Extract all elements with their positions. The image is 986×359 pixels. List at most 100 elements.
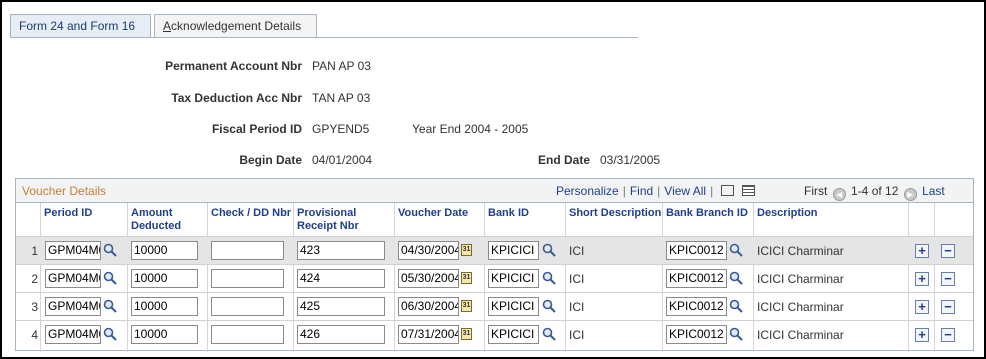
- find-link[interactable]: Find: [630, 184, 653, 198]
- col-period-id[interactable]: Period ID: [40, 203, 126, 240]
- calendar-icon[interactable]: 31: [461, 244, 472, 256]
- tab-acknowledgement-details[interactable]: Acknowledgement Details: [154, 14, 317, 38]
- col-bank-id[interactable]: Bank ID: [484, 203, 565, 240]
- delete-row-button[interactable]: −: [941, 244, 955, 258]
- col-amount-deducted[interactable]: Amount Deducted: [127, 203, 207, 240]
- check-dd-nbr-input[interactable]: [211, 269, 284, 288]
- row-number: 4: [31, 328, 38, 342]
- magnifier-icon[interactable]: [729, 271, 743, 285]
- calendar-icon[interactable]: 31: [461, 328, 472, 340]
- bank-id-input[interactable]: KPICICI: [488, 241, 539, 260]
- table-row: 3 GPM04M0 10000 425 06/30/2004 31 KPICIC…: [16, 292, 973, 320]
- check-dd-nbr-input[interactable]: [211, 241, 284, 260]
- amount-deducted-input[interactable]: 10000: [131, 325, 198, 344]
- row-number: 3: [31, 300, 38, 314]
- tab-label: cknowledgement Details: [171, 19, 302, 33]
- calendar-icon[interactable]: 31: [461, 300, 472, 312]
- provisional-receipt-input[interactable]: 426: [297, 325, 385, 344]
- description: ICICI Charminar: [757, 244, 844, 258]
- fiscal-period-label: Fiscal Period ID: [211, 122, 302, 136]
- bank-branch-input[interactable]: KPIC0012: [666, 297, 727, 316]
- tab-label: Form 24 and Form 16: [19, 19, 136, 33]
- check-dd-nbr-input[interactable]: [211, 325, 284, 344]
- tab-form24-form16[interactable]: Form 24 and Form 16: [10, 14, 151, 38]
- bank-branch-input[interactable]: KPIC0012: [666, 269, 727, 288]
- magnifier-icon[interactable]: [103, 271, 117, 285]
- grid-navigation-bar: Voucher Details Personalize | Find | View Al…: [16, 179, 973, 203]
- check-dd-nbr-input[interactable]: [211, 297, 284, 316]
- tab-label-accesskey: A: [163, 19, 172, 33]
- period-id-input[interactable]: GPM04M0: [45, 325, 101, 344]
- bank-branch-input[interactable]: KPIC0012: [666, 325, 727, 344]
- end-date-label: End Date: [537, 153, 590, 167]
- provisional-receipt-input[interactable]: 424: [297, 269, 385, 288]
- pan-label: Permanent Account Nbr: [165, 59, 302, 73]
- add-row-button[interactable]: +: [915, 300, 929, 314]
- row-number: 2: [31, 272, 38, 286]
- magnifier-icon[interactable]: [542, 271, 556, 285]
- col-short-description[interactable]: Short Description: [565, 203, 662, 240]
- col-check-dd-nbr[interactable]: Check / DD Nbr: [207, 203, 293, 240]
- voucher-date-input[interactable]: 06/30/2004: [398, 297, 459, 316]
- tab-divider: [10, 37, 638, 38]
- amount-deducted-input[interactable]: 10000: [131, 297, 198, 316]
- voucher-date-input[interactable]: 07/31/2004: [398, 325, 459, 344]
- description: ICICI Charminar: [757, 272, 844, 286]
- period-id-input[interactable]: GPM04M0: [45, 297, 101, 316]
- add-row-button[interactable]: +: [915, 244, 929, 258]
- previous-icon[interactable]: ◀: [832, 188, 846, 201]
- period-id-input[interactable]: GPM04M0: [45, 269, 101, 288]
- fiscal-period-description: Year End 2004 - 2005: [412, 122, 529, 136]
- amount-deducted-input[interactable]: 10000: [131, 241, 198, 260]
- magnifier-icon[interactable]: [729, 243, 743, 257]
- view-all-link[interactable]: View All: [664, 184, 706, 198]
- last-link[interactable]: Last: [922, 184, 945, 198]
- magnifier-icon[interactable]: [729, 327, 743, 341]
- voucher-date-input[interactable]: 04/30/2004: [398, 241, 459, 260]
- col-provisional-receipt-nbr[interactable]: Provisional Receipt Nbr: [293, 203, 394, 240]
- magnifier-icon[interactable]: [542, 243, 556, 257]
- description: ICICI Charminar: [757, 300, 844, 314]
- table-row: 1 GPM04M0 10000 423 04/30/2004 31 KPICIC…: [16, 236, 973, 264]
- delete-row-button[interactable]: −: [941, 328, 955, 342]
- table-row: 2 GPM04M0 10000 424 05/30/2004 31 KPICIC…: [16, 264, 973, 292]
- end-date-value: 03/31/2005: [600, 153, 661, 167]
- magnifier-icon[interactable]: [103, 243, 117, 257]
- delete-row-button[interactable]: −: [941, 272, 955, 286]
- col-voucher-date[interactable]: Voucher Date: [394, 203, 483, 240]
- row-range: 1-4 of 12: [851, 184, 899, 198]
- bank-id-input[interactable]: KPICICI: [488, 297, 539, 316]
- delete-row-button[interactable]: −: [941, 300, 955, 314]
- separator: |: [622, 184, 626, 198]
- magnifier-icon[interactable]: [103, 299, 117, 313]
- bank-id-input[interactable]: KPICICI: [488, 269, 539, 288]
- tan-label: Tax Deduction Acc Nbr: [171, 91, 302, 105]
- calendar-icon[interactable]: 31: [461, 272, 472, 284]
- bank-branch-input[interactable]: KPIC0012: [666, 241, 727, 260]
- new-window-icon[interactable]: [721, 185, 735, 196]
- first-label: First: [804, 184, 828, 198]
- begin-date-value: 04/01/2004: [312, 153, 373, 167]
- magnifier-icon[interactable]: [542, 299, 556, 313]
- add-row-button[interactable]: +: [915, 328, 929, 342]
- short-description: ICI: [569, 300, 585, 314]
- period-id-input[interactable]: GPM04M0: [45, 241, 101, 260]
- row-number: 1: [31, 244, 38, 258]
- magnifier-icon[interactable]: [729, 299, 743, 313]
- personalize-link[interactable]: Personalize: [556, 184, 619, 198]
- col-description[interactable]: Description: [753, 203, 907, 240]
- provisional-receipt-input[interactable]: 425: [297, 297, 385, 316]
- col-bank-branch-id[interactable]: Bank Branch ID: [662, 203, 753, 240]
- pan-value: PAN AP 03: [312, 59, 371, 73]
- download-grid-icon[interactable]: [742, 185, 756, 196]
- voucher-date-input[interactable]: 05/30/2004: [398, 269, 459, 288]
- bank-id-input[interactable]: KPICICI: [488, 325, 539, 344]
- magnifier-icon[interactable]: [103, 327, 117, 341]
- next-icon[interactable]: ▶: [903, 188, 917, 201]
- amount-deducted-input[interactable]: 10000: [131, 269, 198, 288]
- separator: |: [710, 184, 714, 198]
- magnifier-icon[interactable]: [542, 327, 556, 341]
- provisional-receipt-input[interactable]: 423: [297, 241, 385, 260]
- separator: |: [657, 184, 661, 198]
- add-row-button[interactable]: +: [915, 272, 929, 286]
